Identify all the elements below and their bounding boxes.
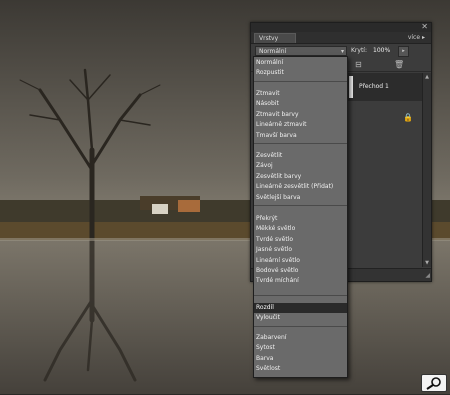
blend-mode-option[interactable]: Normální: [254, 58, 347, 68]
resize-grip-icon[interactable]: ◢: [425, 272, 430, 280]
menu-separator: [254, 295, 347, 296]
blend-mode-option[interactable]: Světlejší barva: [254, 193, 347, 203]
layer-thumbnail: [349, 76, 353, 98]
layer-name: Přechod 1: [359, 83, 389, 90]
blend-mode-option[interactable]: Rozpustit: [254, 68, 347, 78]
blend-mode-option[interactable]: Sytost: [254, 343, 347, 353]
blend-mode-value: Normální: [259, 48, 287, 55]
blend-mode-option[interactable]: Lineárně ztmavit: [254, 120, 347, 130]
blend-mode-option[interactable]: Tvrdé míchání: [254, 276, 347, 286]
blend-mode-option[interactable]: Měkké světlo: [254, 224, 347, 234]
opacity-label: Krytí:: [351, 47, 367, 54]
blend-mode-option[interactable]: Zesvětlit: [254, 151, 347, 161]
lock-icon: 🔒: [403, 113, 413, 122]
scroll-down-icon[interactable]: ▼: [423, 259, 431, 267]
blend-mode-option[interactable]: Lineární světlo: [254, 256, 347, 266]
opacity-slider-button[interactable]: ▸: [398, 46, 409, 57]
blend-mode-select[interactable]: Normální ▾: [255, 46, 347, 56]
menu-separator: [254, 326, 347, 327]
blend-mode-option[interactable]: Zabarvení: [254, 333, 347, 343]
chevron-right-icon: ▸: [421, 34, 425, 41]
blend-mode-dropdown: Normální Rozpustit Ztmavit Násobit Ztmavit b…: [253, 56, 348, 378]
trash-icon[interactable]: 🗑: [394, 60, 404, 70]
blend-mode-option[interactable]: Vyloučit: [254, 313, 347, 323]
magnifier-icon: [426, 377, 441, 390]
panel-tabbar: Vrstvy více ▸: [251, 32, 431, 44]
blend-mode-option[interactable]: Zesvětlit barvy: [254, 172, 347, 182]
opacity-input[interactable]: 100%: [373, 46, 390, 56]
blend-mode-option[interactable]: Ztmavit: [254, 89, 347, 99]
layer-row[interactable]: Přechod 1: [347, 73, 427, 101]
scroll-up-icon[interactable]: ▲: [423, 73, 431, 81]
blend-mode-option[interactable]: Tvrdé světlo: [254, 235, 347, 245]
blend-mode-option[interactable]: Lineárně zesvětlit (Přidat): [254, 182, 347, 192]
blend-mode-option[interactable]: Bodové světlo: [254, 266, 347, 276]
blend-mode-option[interactable]: Násobit: [254, 99, 347, 109]
zoom-button[interactable]: [421, 374, 447, 392]
menu-separator: [254, 143, 347, 144]
blend-mode-option[interactable]: Barva: [254, 354, 347, 364]
more-label: více: [407, 34, 421, 41]
close-icon[interactable]: ✕: [421, 22, 428, 31]
panel-scrollbar[interactable]: ▲ ▼: [422, 73, 431, 267]
lock-pixels-icon[interactable]: ⊟: [355, 60, 362, 70]
panel-menu-button[interactable]: více ▸: [408, 33, 425, 43]
blend-mode-option[interactable]: Závoj: [254, 161, 347, 171]
menu-separator: [254, 81, 347, 82]
blend-mode-option[interactable]: Světlost: [254, 364, 347, 374]
menu-separator: [254, 205, 347, 206]
panel-titlebar[interactable]: ✕: [251, 22, 431, 32]
blend-mode-option[interactable]: Ztmavit barvy: [254, 110, 347, 120]
tab-layers[interactable]: Vrstvy: [254, 33, 296, 43]
blend-mode-option[interactable]: Rozdíl: [254, 303, 347, 313]
blend-mode-option[interactable]: Jasné světlo: [254, 245, 347, 255]
blend-mode-option[interactable]: Tmavší barva: [254, 131, 347, 141]
blend-mode-option[interactable]: Překrýt: [254, 214, 347, 224]
